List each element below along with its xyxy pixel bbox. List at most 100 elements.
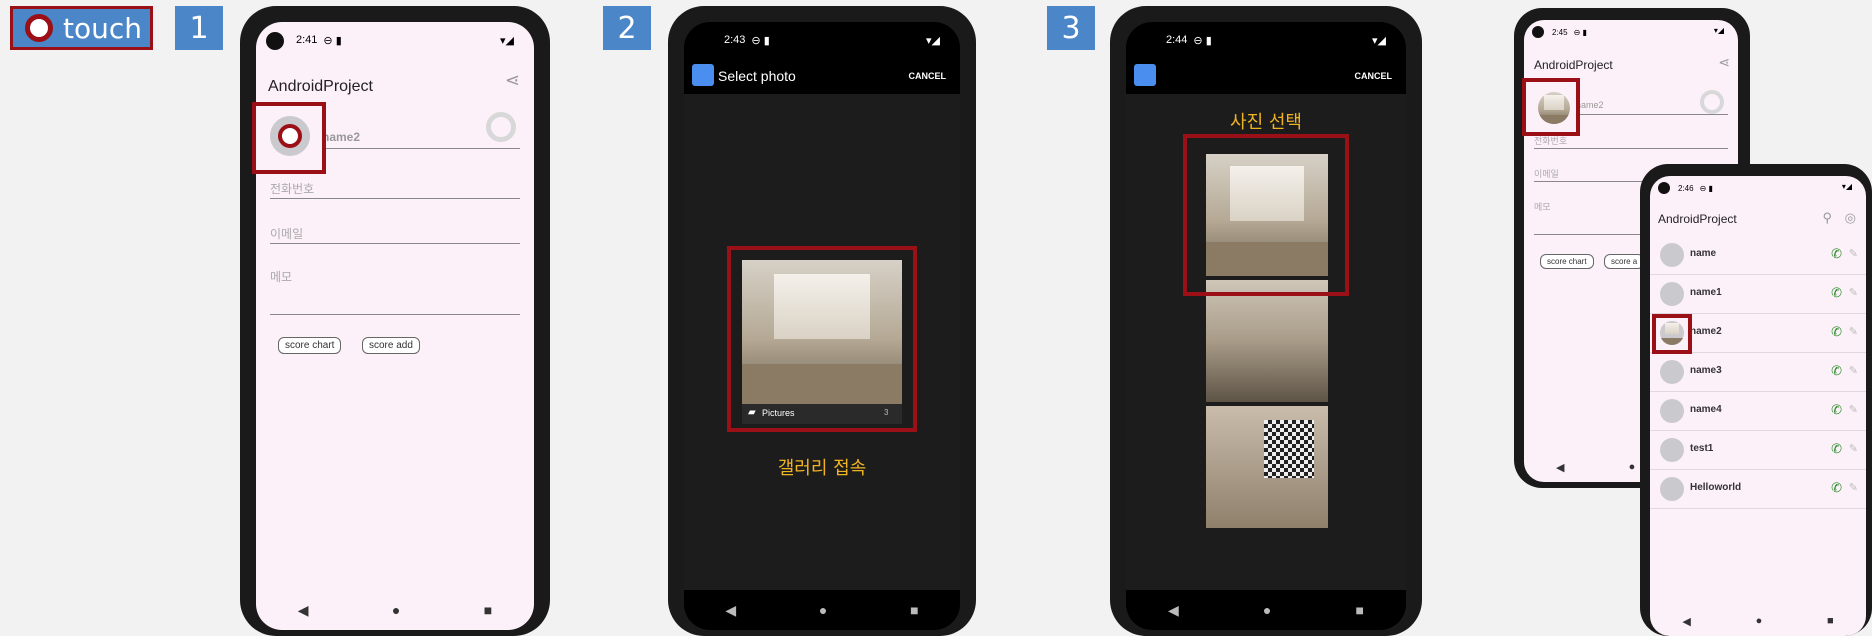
caption-select-photo: 사진 선택 [1230, 112, 1302, 133]
recents-icon[interactable]: ■ [1827, 615, 1834, 627]
phone-call-icon[interactable]: ✆ [1831, 402, 1842, 418]
contact-name: name [1690, 248, 1717, 259]
wifi-signal-icon: ▾◢ [1713, 26, 1724, 35]
wifi-signal-icon: ▾◢ [500, 35, 514, 47]
loading-ring-icon [486, 112, 516, 142]
contact-list: name ✆ ✎ name1 ✆ ✎ name2 ✆ ✎ name3 ✆ ✎ name4 ✆ ✎ test1 ✆… [1650, 236, 1866, 536]
edit-icon[interactable]: ✎ [1849, 247, 1858, 260]
email-field[interactable]: 이메일 [270, 225, 520, 244]
list-item[interactable]: test1 ✆ ✎ [1650, 431, 1866, 470]
contact-avatar [1660, 243, 1684, 267]
app-title: AndroidProject [1658, 212, 1737, 226]
phone-call-icon[interactable]: ✆ [1831, 246, 1842, 262]
back-icon[interactable]: ◀ [1682, 615, 1690, 628]
recents-icon[interactable]: ■ [484, 602, 492, 618]
status-dnd-icon: ⊖ ▮ [1193, 34, 1212, 47]
home-icon[interactable]: ● [1629, 461, 1636, 473]
score-chart-button[interactable]: score chart [278, 337, 342, 354]
loading-ring-icon [1700, 90, 1724, 114]
contact-name: name1 [1690, 287, 1722, 298]
contact-avatar [1660, 282, 1684, 306]
phone-call-icon[interactable]: ✆ [1831, 285, 1842, 301]
photo-thumbnail-3[interactable] [1206, 406, 1328, 528]
wifi-signal-icon: ▾◢ [1841, 182, 1852, 191]
share-icon[interactable]: ⋖ [1718, 54, 1730, 71]
home-icon[interactable]: ● [819, 602, 827, 618]
home-icon[interactable]: ● [1263, 602, 1271, 618]
edit-icon[interactable]: ✎ [1849, 442, 1858, 455]
status-time: 2:43 [724, 34, 746, 46]
phone-call-icon[interactable]: ✆ [1831, 324, 1842, 340]
contact-avatar [1660, 360, 1684, 384]
edit-icon[interactable]: ✎ [1849, 403, 1858, 416]
nav-bar: ◀ ● ■ [684, 590, 960, 630]
phone-1: 2:41 ⊖ ▮ ▾◢ AndroidProject ⋖ name2 전화번호 … [240, 6, 550, 636]
step-2-badge: 2 [603, 6, 651, 50]
status-time: 2:44 [1166, 34, 1188, 46]
highlight-photo [1183, 134, 1349, 296]
list-item[interactable]: name3 ✆ ✎ [1650, 353, 1866, 392]
recents-icon[interactable]: ■ [910, 602, 918, 618]
phone-4b: 2:46 ⊖ ▮ ▾◢ AndroidProject ⚲ ◎ name ✆ ✎ nam… [1640, 164, 1872, 636]
score-add-button[interactable]: score a [1604, 254, 1645, 269]
phone-3: 2:44 ⊖ ▮ ▾◢ CANCEL 사진 선택 ◀ ● ■ [1110, 6, 1422, 636]
contact-avatar [1660, 477, 1684, 501]
edit-icon[interactable]: ✎ [1849, 481, 1858, 494]
cancel-button[interactable]: CANCEL [909, 71, 947, 81]
status-dnd-icon: ⊖ ▮ [1699, 183, 1713, 193]
nav-bar: ◀ ● ■ [1650, 606, 1866, 636]
step-3-badge: 3 [1047, 6, 1095, 50]
cancel-button[interactable]: CANCEL [1355, 71, 1393, 81]
status-time: 2:45 [1552, 27, 1568, 37]
edit-icon[interactable]: ✎ [1849, 286, 1858, 299]
status-dnd-icon: ⊖ ▮ [1573, 27, 1587, 37]
contact-name: Helloworld [1690, 482, 1742, 493]
list-item[interactable]: name1 ✆ ✎ [1650, 275, 1866, 314]
highlight-avatar-photo [1522, 78, 1580, 136]
back-icon[interactable]: ◀ [1168, 602, 1179, 619]
app-title: AndroidProject [268, 78, 373, 95]
home-icon[interactable]: ● [1756, 615, 1763, 627]
list-item[interactable]: Helloworld ✆ ✎ [1650, 470, 1866, 509]
back-icon[interactable]: ◀ [298, 602, 309, 619]
wifi-signal-icon: ▾◢ [1372, 35, 1386, 47]
contact-name: name3 [1690, 365, 1722, 376]
status-dnd-icon: ⊖ ▮ [751, 34, 770, 47]
status-time: 2:41 [296, 34, 318, 46]
phone-field[interactable]: 전화번호 [270, 180, 520, 199]
photo-thumbnail-2[interactable] [1206, 280, 1328, 402]
phone-field[interactable]: 전화번호 [1534, 134, 1728, 149]
highlight-folder [727, 246, 917, 432]
globe-icon[interactable]: ◎ [1845, 210, 1856, 226]
contact-avatar [1660, 399, 1684, 423]
highlight-avatar [252, 102, 326, 174]
step-1-badge: 1 [175, 6, 223, 50]
nav-bar: ◀ ● ■ [256, 590, 534, 630]
contact-avatar [1660, 438, 1684, 462]
phone-call-icon[interactable]: ✆ [1831, 441, 1842, 457]
back-icon[interactable]: ◀ [725, 602, 736, 619]
home-icon[interactable]: ● [392, 602, 400, 618]
phone-call-icon[interactable]: ✆ [1831, 363, 1842, 379]
share-icon[interactable]: ⋖ [505, 70, 520, 91]
score-add-button[interactable]: score add [362, 337, 420, 354]
memo-field[interactable]: 메모 [270, 268, 520, 315]
app-title: AndroidProject [1534, 58, 1613, 72]
status-bar: 2:44 ⊖ ▮ [1126, 22, 1406, 58]
contact-name: test1 [1690, 443, 1714, 454]
gallery-app-icon [692, 64, 714, 86]
edit-icon[interactable]: ✎ [1849, 364, 1858, 377]
list-item[interactable]: name ✆ ✎ [1650, 236, 1866, 275]
list-item[interactable]: name4 ✆ ✎ [1650, 392, 1866, 431]
search-icon[interactable]: ⚲ [1822, 210, 1832, 226]
status-bar: 2:45 ⊖ ▮ [1524, 20, 1738, 44]
contact-name: name4 [1690, 404, 1722, 415]
status-bar: 2:41 ⊖ ▮ [256, 22, 534, 58]
phone-3-screen: 2:44 ⊖ ▮ ▾◢ CANCEL 사진 선택 ◀ ● ■ [1126, 22, 1406, 630]
legend-label: touch [63, 11, 142, 45]
recents-icon[interactable]: ■ [1355, 602, 1363, 618]
phone-call-icon[interactable]: ✆ [1831, 480, 1842, 496]
score-chart-button[interactable]: score chart [1540, 254, 1594, 269]
back-icon[interactable]: ◀ [1556, 461, 1564, 474]
edit-icon[interactable]: ✎ [1849, 325, 1858, 338]
